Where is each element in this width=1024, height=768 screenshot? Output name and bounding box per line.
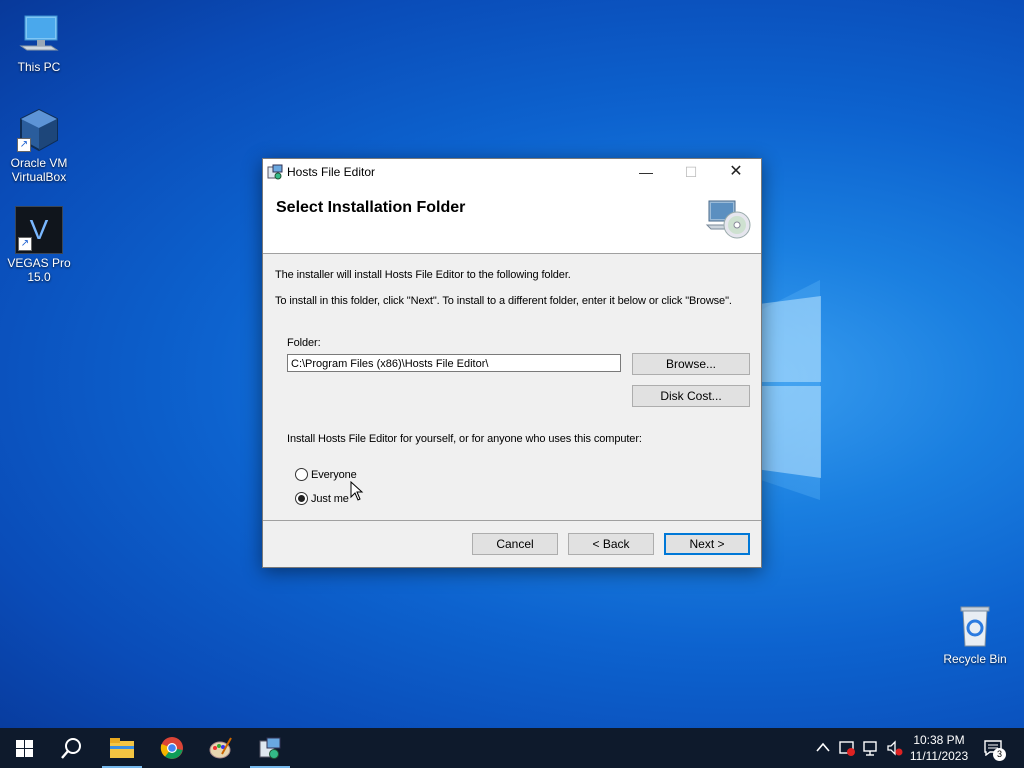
radio-just-me[interactable] xyxy=(295,492,308,505)
taskbar: 10:38 PM 11/11/2023 3 xyxy=(0,728,1024,768)
installer-app-icon xyxy=(267,164,283,180)
header-banner: Select Installation Folder xyxy=(263,185,761,254)
chevron-up-icon xyxy=(816,742,830,752)
scope-prompt: Install Hosts File Editor for yourself, … xyxy=(287,433,642,445)
file-explorer-icon xyxy=(110,738,134,758)
windows-logo-icon xyxy=(16,740,33,757)
instructions-text: To install in this folder, click "Next".… xyxy=(275,295,732,307)
installer-window: Hosts File Editor — ☐ ✕ Select Installat… xyxy=(262,158,762,568)
desktop-icon-virtualbox[interactable]: ↗ Oracle VM VirtualBox xyxy=(4,106,74,184)
desktop-icon-vegas-pro[interactable]: V ↗ VEGAS Pro 15.0 xyxy=(4,206,74,284)
vegas-logo-glyph: V xyxy=(29,214,49,245)
recycle-bin-icon xyxy=(951,602,999,650)
clock-date: 11/11/2023 xyxy=(909,749,969,763)
start-button[interactable] xyxy=(0,728,48,768)
desktop-icon-label: VirtualBox xyxy=(11,170,67,184)
window-title: Hosts File Editor xyxy=(287,165,376,179)
search-button[interactable] xyxy=(48,728,96,768)
action-center-button[interactable]: 3 xyxy=(980,728,1020,768)
radio-everyone[interactable] xyxy=(295,468,308,481)
computer-cd-icon xyxy=(705,195,753,243)
taskbar-paint[interactable] xyxy=(196,728,244,768)
radio-everyone-label[interactable]: Everyone xyxy=(311,469,357,481)
paint-icon xyxy=(209,737,232,759)
cancel-button[interactable]: Cancel xyxy=(472,533,558,555)
disk-cost-button[interactable]: Disk Cost... xyxy=(632,385,750,407)
desktop-icon-label: 15.0 xyxy=(27,270,51,284)
taskbar-file-explorer[interactable] xyxy=(98,728,146,768)
clock-time: 10:38 PM xyxy=(913,733,965,747)
desktop-icon-label: This PC xyxy=(17,60,61,74)
mouse-cursor-icon xyxy=(350,481,364,501)
shortcut-arrow-icon: ↗ xyxy=(18,237,32,251)
search-icon xyxy=(61,738,81,759)
footer-divider xyxy=(263,520,761,521)
desktop: This PC ↗ Oracle VM VirtualBox V ↗ VEGAS… xyxy=(0,0,1024,728)
close-button[interactable]: ✕ xyxy=(713,159,759,185)
computer-icon xyxy=(15,10,63,58)
maximize-button[interactable]: ☐ xyxy=(668,159,714,185)
back-button[interactable]: < Back xyxy=(568,533,654,555)
folder-label: Folder: xyxy=(287,337,321,349)
taskbar-chrome[interactable] xyxy=(148,728,196,768)
browse-button[interactable]: Browse... xyxy=(632,353,750,375)
next-button[interactable]: Next > xyxy=(664,533,750,555)
desktop-icon-label: VEGAS Pro xyxy=(7,256,71,270)
minimize-button[interactable]: — xyxy=(623,159,669,185)
desktop-icon-recycle-bin[interactable]: Recycle Bin xyxy=(940,602,1010,666)
taskbar-clock[interactable]: 10:38 PM 11/11/2023 xyxy=(900,732,978,764)
chrome-icon xyxy=(160,737,183,759)
vegas-pro-icon: V ↗ xyxy=(15,206,63,254)
notification-badge: 3 xyxy=(993,748,1006,761)
title-bar[interactable]: Hosts File Editor — ☐ ✕ xyxy=(263,159,761,185)
network-icon xyxy=(863,741,877,756)
security-icon xyxy=(839,741,855,756)
virtualbox-icon: ↗ xyxy=(15,106,63,154)
shortcut-arrow-icon: ↗ xyxy=(17,138,31,152)
page-title: Select Installation Folder xyxy=(276,199,466,216)
folder-input[interactable]: C:\Program Files (x86)\Hosts File Editor… xyxy=(287,354,621,372)
desktop-icon-label: Recycle Bin xyxy=(943,652,1007,666)
intro-text: The installer will install Hosts File Ed… xyxy=(275,269,571,281)
radio-just-me-label[interactable]: Just me xyxy=(311,493,349,505)
desktop-icon-label: Oracle VM xyxy=(10,156,68,170)
taskbar-installer[interactable] xyxy=(246,728,294,768)
desktop-icon-this-pc[interactable]: This PC xyxy=(4,10,74,74)
installer-icon xyxy=(259,737,281,759)
